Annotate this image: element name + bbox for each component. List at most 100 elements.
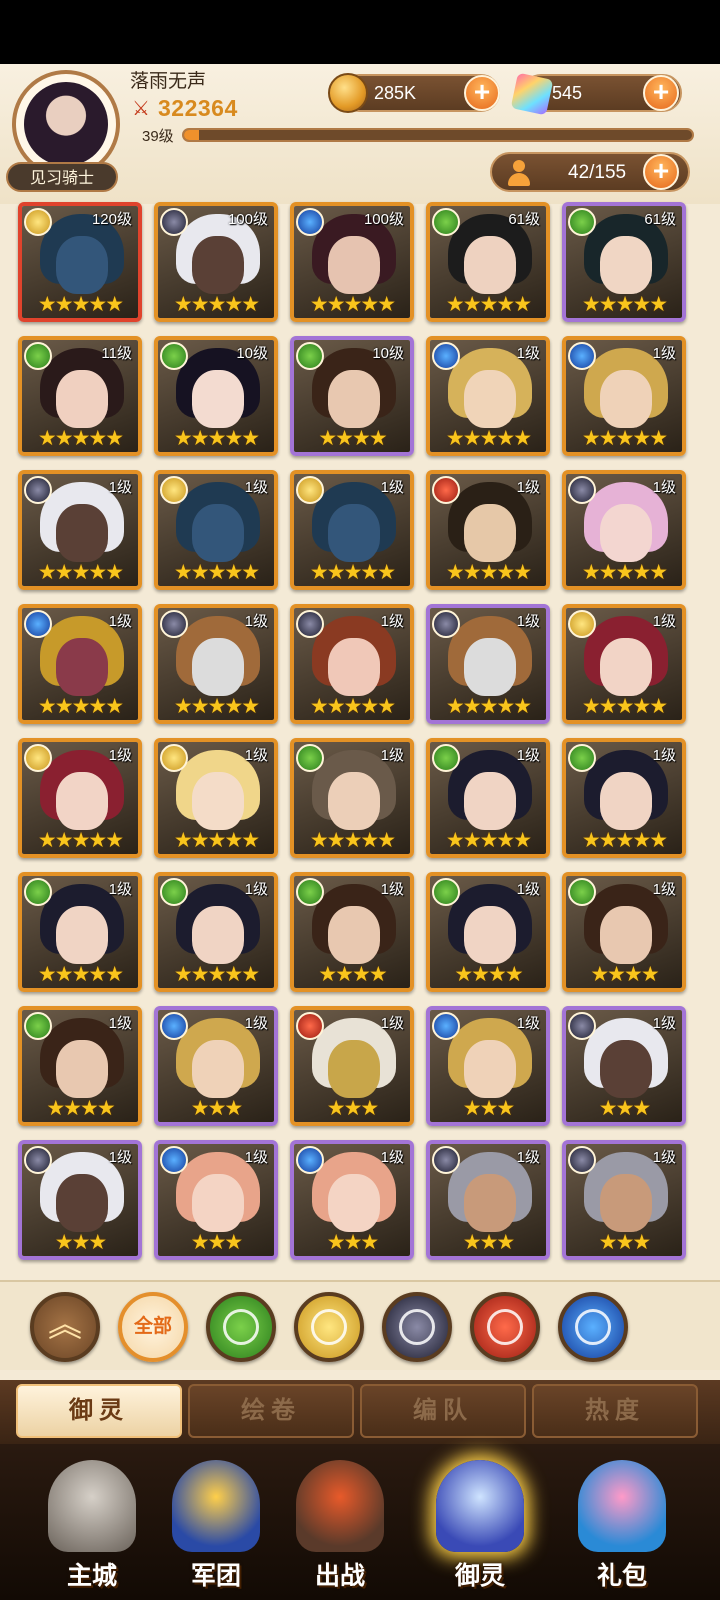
hero-card[interactable]: 1级 ★★★★ xyxy=(18,1006,142,1126)
filter-light-element-button[interactable] xyxy=(294,1292,364,1362)
hero-card[interactable]: 1级 ★★★ xyxy=(290,1140,414,1260)
hero-card[interactable]: 1级 ★★★★★ xyxy=(18,872,142,992)
double-chevron-up-icon[interactable]: ︽ xyxy=(30,1292,100,1362)
filter-dark-element-button[interactable] xyxy=(382,1292,452,1362)
xp-bar xyxy=(182,128,694,142)
wave-element-icon xyxy=(296,1146,324,1174)
filter-wind-element-button[interactable] xyxy=(206,1292,276,1362)
rose-element-icon xyxy=(24,744,52,772)
hero-card[interactable]: 1级 ★★★ xyxy=(154,1140,278,1260)
star-rating: ★★★★★ xyxy=(581,293,668,316)
star-rating: ★★★★★ xyxy=(309,695,396,718)
nav-gift-pack[interactable]: 礼包 xyxy=(560,1458,684,1598)
hero-card[interactable]: 1级 ★★★★ xyxy=(426,872,550,992)
star-rating: ★★★★★ xyxy=(581,829,668,852)
hero-card[interactable]: 1级 ★★★ xyxy=(562,1140,686,1260)
star-rating: ★★★★★ xyxy=(37,293,124,316)
hero-card[interactable]: 1级 ★★★★★ xyxy=(426,336,550,456)
hero-card[interactable]: 1级 ★★★★ xyxy=(562,872,686,992)
wave-element-icon xyxy=(432,342,460,370)
fist-shield-icon xyxy=(172,1460,260,1552)
add-gold-button[interactable]: + xyxy=(464,75,500,111)
nav-legion[interactable]: 军团 xyxy=(154,1458,278,1598)
hero-card[interactable]: 1级 ★★★★★ xyxy=(154,604,278,724)
hero-card[interactable]: 1级 ★★★★★ xyxy=(154,738,278,858)
filter-fire-element-button[interactable] xyxy=(470,1292,540,1362)
hero-card[interactable]: 10级 ★★★★ xyxy=(290,336,414,456)
hero-level: 61级 xyxy=(644,211,676,228)
hero-card[interactable]: 100级 ★★★★★ xyxy=(290,202,414,322)
star-sigil-element-icon xyxy=(24,476,52,504)
hero-card[interactable]: 1级 ★★★★★ xyxy=(290,604,414,724)
star-rating: ★★★★ xyxy=(454,963,523,986)
rose-element-icon xyxy=(296,476,324,504)
tab-popularity[interactable]: 热度 xyxy=(532,1384,698,1438)
hero-card[interactable]: 120级 ★★★★★ xyxy=(18,202,142,322)
hero-card[interactable]: 1级 ★★★★★ xyxy=(154,872,278,992)
hero-card[interactable]: 10级 ★★★★★ xyxy=(154,336,278,456)
nav-label: 礼包 xyxy=(596,1562,647,1590)
star-rating: ★★★ xyxy=(190,1097,243,1120)
hero-card[interactable]: 61级 ★★★★★ xyxy=(426,202,550,322)
star-rating: ★★★★ xyxy=(318,427,387,450)
star-rating: ★★★★★ xyxy=(309,561,396,584)
hero-card[interactable]: 1级 ★★★ xyxy=(426,1140,550,1260)
gem-amount: 545 xyxy=(552,83,583,103)
hero-card[interactable]: 1级 ★★★★★ xyxy=(562,604,686,724)
hero-card[interactable]: 1级 ★★★★★ xyxy=(290,738,414,858)
player-name: 落雨无声 xyxy=(130,71,207,92)
nav-label: 御灵 xyxy=(454,1562,505,1590)
wave-element-icon xyxy=(160,1146,188,1174)
rank-title: 见习骑士 xyxy=(6,162,118,192)
wind-element-icon xyxy=(432,208,460,236)
status-bar xyxy=(0,0,720,64)
rose-element-icon xyxy=(311,1309,347,1345)
filter-all-button[interactable]: 全部 xyxy=(118,1292,188,1362)
wind-element-icon xyxy=(24,878,52,906)
star-rating: ★★★ xyxy=(326,1231,379,1254)
hero-card[interactable]: 100级 ★★★★★ xyxy=(154,202,278,322)
hero-card[interactable]: 1级 ★★★ xyxy=(426,1006,550,1126)
add-gems-button[interactable]: + xyxy=(643,75,679,111)
star-rating: ★★★★★ xyxy=(37,963,124,986)
nav-battle[interactable]: 出战 xyxy=(278,1458,402,1598)
hero-card[interactable]: 11级 ★★★★★ xyxy=(18,336,142,456)
star-rating: ★★★★★ xyxy=(37,695,124,718)
hero-card[interactable]: 1级 ★★★★★ xyxy=(562,336,686,456)
star-rating: ★★★ xyxy=(598,1231,651,1254)
hero-card[interactable]: 61级 ★★★★★ xyxy=(562,202,686,322)
hero-card[interactable]: 1级 ★★★★★ xyxy=(18,604,142,724)
hero-card[interactable]: 1级 ★★★★★ xyxy=(18,470,142,590)
hero-card[interactable]: 1级 ★★★ xyxy=(154,1006,278,1126)
shop-stall-icon xyxy=(578,1460,666,1552)
hero-level: 100级 xyxy=(227,211,268,228)
expand-roster-button[interactable]: + xyxy=(643,154,679,190)
nav-heroes[interactable]: 御灵 xyxy=(418,1458,542,1598)
hero-card[interactable]: 1级 ★★★ xyxy=(562,1006,686,1126)
hero-card[interactable]: 1级 ★★★ xyxy=(18,1140,142,1260)
hero-card[interactable]: 1级 ★★★★★ xyxy=(426,470,550,590)
hero-card[interactable]: 1级 ★★★★★ xyxy=(562,738,686,858)
star-rating: ★★★★★ xyxy=(445,427,532,450)
hero-card[interactable]: 1级 ★★★★★ xyxy=(562,470,686,590)
flame-element-icon xyxy=(432,476,460,504)
hero-level: 1级 xyxy=(380,881,404,898)
filter-water-element-button[interactable] xyxy=(558,1292,628,1362)
hero-card[interactable]: 1级 ★★★★★ xyxy=(426,738,550,858)
hero-card[interactable]: 1级 ★★★★★ xyxy=(290,470,414,590)
wind-element-icon xyxy=(296,744,324,772)
wind-element-icon xyxy=(432,744,460,772)
hero-card[interactable]: 1级 ★★★★★ xyxy=(18,738,142,858)
hero-card[interactable]: 1级 ★★★ xyxy=(290,1006,414,1126)
nav-main-city[interactable]: 主城 xyxy=(30,1458,154,1598)
wind-element-icon xyxy=(568,744,596,772)
hero-card[interactable]: 1级 ★★★★★ xyxy=(426,604,550,724)
player-level: 39级 xyxy=(142,128,174,145)
tab-heroes[interactable]: 御灵 xyxy=(16,1384,182,1438)
hero-card[interactable]: 1级 ★★★★★ xyxy=(154,470,278,590)
tab-formation[interactable]: 编队 xyxy=(360,1384,526,1438)
tab-gallery[interactable]: 绘卷 xyxy=(188,1384,354,1438)
hero-card[interactable]: 1级 ★★★★ xyxy=(290,872,414,992)
star-rating: ★★★★★ xyxy=(173,695,260,718)
hero-level: 11级 xyxy=(101,345,132,362)
